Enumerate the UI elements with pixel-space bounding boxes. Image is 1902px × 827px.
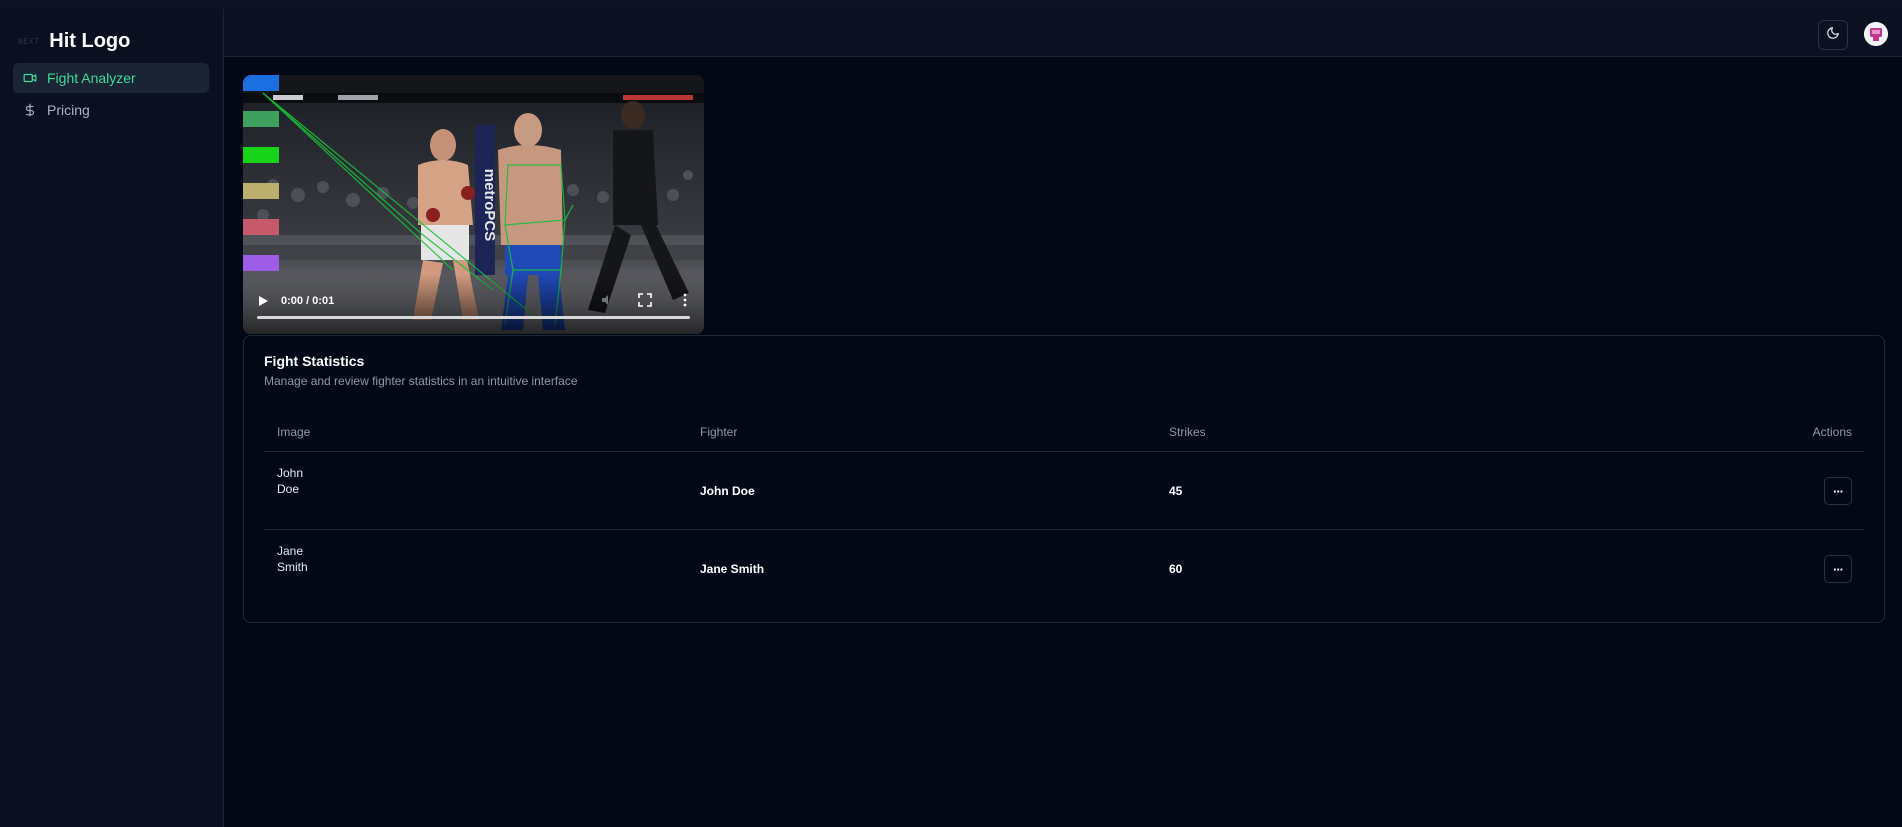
fight-video-player[interactable]: metroPCS 0:00 / 0:01 (243, 75, 704, 334)
column-header-strikes: Strikes (1169, 425, 1206, 439)
top-header (224, 9, 1902, 57)
fighter-name: Jane Smith (700, 562, 765, 576)
user-avatar-icon (1864, 22, 1888, 46)
play-icon[interactable] (257, 294, 269, 306)
sidebar: NEXT Hit Logo Fight Analyzer Pricing (0, 9, 224, 827)
fighter-image-alt: John Doe (277, 466, 304, 496)
top-strip (0, 0, 1902, 9)
ellipsis-icon: ··· (1833, 483, 1844, 499)
fight-statistics-card: Fight Statistics Manage and review fight… (243, 335, 1885, 623)
fighter-table: Image Fighter Strikes Actions John Doe Jo… (264, 411, 1864, 607)
table-row: Jane Smith Jane Smith 60 ··· (264, 530, 1864, 607)
sidebar-item-fight-analyzer[interactable]: Fight Analyzer (13, 63, 209, 93)
brand[interactable]: NEXT Hit Logo (18, 21, 130, 61)
volume-icon[interactable] (600, 293, 614, 307)
fighter-image: Jane Smith (277, 543, 327, 575)
video-icon (23, 71, 37, 85)
more-options-icon[interactable] (678, 293, 692, 307)
avatar[interactable] (1864, 22, 1888, 46)
moon-icon (1826, 26, 1840, 45)
row-actions-button[interactable]: ··· (1824, 555, 1852, 583)
fullscreen-icon[interactable] (638, 293, 652, 307)
table-header: Image Fighter Strikes Actions (264, 411, 1864, 452)
fighter-image-alt: Jane Smith (277, 544, 308, 574)
fighter-image: John Doe (277, 465, 327, 497)
video-seek-bar[interactable] (257, 316, 690, 319)
card-description: Manage and review fighter statistics in … (264, 374, 578, 388)
svg-text:metroPCS: metroPCS (481, 169, 498, 242)
video-time: 0:00 / 0:01 (281, 295, 335, 307)
column-header-actions: Actions (1812, 425, 1852, 439)
row-actions-button[interactable]: ··· (1824, 477, 1852, 505)
ellipsis-icon: ··· (1833, 561, 1844, 577)
sidebar-item-pricing[interactable]: Pricing (13, 95, 209, 125)
column-header-fighter: Fighter (700, 425, 738, 439)
sidebar-item-label: Pricing (47, 102, 90, 118)
next-logo: NEXT (18, 36, 40, 46)
table-row: John Doe John Doe 45 ··· (264, 452, 1864, 530)
column-header-image: Image (277, 425, 311, 439)
fighter-name: John Doe (700, 484, 755, 498)
fighter-strikes: 45 (1169, 484, 1183, 498)
fighter-strikes: 60 (1169, 562, 1183, 576)
sidebar-item-label: Fight Analyzer (47, 70, 136, 86)
brand-name: Hit Logo (49, 29, 131, 52)
card-title: Fight Statistics (264, 353, 365, 369)
dollar-icon (23, 103, 37, 117)
sidebar-nav: Fight Analyzer Pricing (13, 63, 209, 127)
video-controls: 0:00 / 0:01 (243, 274, 704, 334)
theme-toggle-button[interactable] (1818, 20, 1848, 50)
